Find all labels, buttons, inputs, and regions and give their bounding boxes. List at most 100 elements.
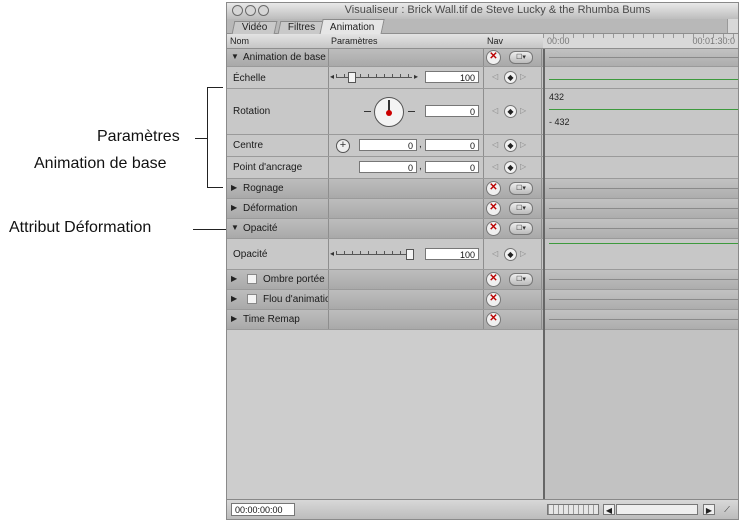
center-y-field[interactable]: 0 bbox=[425, 139, 479, 151]
tab-animation[interactable]: Animation bbox=[319, 19, 386, 35]
next-keyframe-icon[interactable]: ▷ bbox=[520, 162, 526, 171]
keyframe-timeline[interactable]: 432 - 432 bbox=[543, 49, 738, 330]
close-window-button[interactable] bbox=[232, 5, 243, 16]
disclosure-open-icon[interactable]: ▼ bbox=[231, 223, 239, 232]
header-nav: Nav bbox=[487, 36, 504, 46]
menu-icon[interactable]: ☐▾ bbox=[509, 182, 533, 195]
zoom-window-button[interactable] bbox=[258, 5, 269, 16]
row-label: Opacité bbox=[243, 223, 278, 234]
scroll-right-icon[interactable]: ▶ bbox=[703, 504, 715, 515]
menu-icon[interactable]: ☐▾ bbox=[509, 222, 533, 235]
menu-icon[interactable]: ☐▾ bbox=[509, 51, 533, 64]
keyframe-diamond-icon[interactable]: ◆ bbox=[504, 161, 517, 174]
row-opacity-group: ▼ Opacité ✕ ☐▾ bbox=[227, 219, 543, 239]
callout-params-line2: Animation de base bbox=[34, 155, 167, 172]
scale-slider[interactable]: ◂ ▸ bbox=[330, 71, 418, 83]
prev-keyframe-icon[interactable]: ◁ bbox=[492, 140, 498, 149]
rotation-min-label: - 432 bbox=[549, 117, 570, 127]
row-label: Time Remap bbox=[243, 314, 300, 325]
disclosure-closed-icon[interactable]: ▶ bbox=[231, 203, 237, 212]
center-x-field[interactable]: 0 bbox=[359, 139, 417, 151]
slider-thumb[interactable] bbox=[406, 249, 414, 260]
disclosure-closed-icon[interactable]: ▶ bbox=[231, 274, 237, 283]
row-opacity: Opacité ◂ 100 ◁ ◆ ▷ bbox=[227, 239, 543, 270]
reset-x-icon[interactable]: ✕ bbox=[486, 292, 501, 307]
disclosure-closed-icon[interactable]: ▶ bbox=[231, 183, 237, 192]
disclosure-closed-icon[interactable]: ▶ bbox=[231, 294, 237, 303]
row-label: Point d'ancrage bbox=[233, 162, 303, 173]
tab-scroll-knob[interactable] bbox=[727, 19, 738, 33]
reset-x-icon[interactable]: ✕ bbox=[486, 201, 501, 216]
reset-x-icon[interactable]: ✕ bbox=[486, 50, 501, 65]
tab-video[interactable]: Vidéo bbox=[231, 21, 278, 34]
callout-params-leader bbox=[195, 138, 207, 139]
header-name: Nom bbox=[230, 36, 250, 46]
header-params: Paramètres bbox=[331, 36, 378, 46]
row-label: Rognage bbox=[243, 183, 284, 194]
row-time-remap: ▶ Time Remap ✕ bbox=[227, 310, 543, 330]
row-label: Déformation bbox=[243, 203, 298, 214]
row-label: Rotation bbox=[233, 106, 271, 117]
prev-keyframe-icon[interactable]: ◁ bbox=[492, 162, 498, 171]
next-keyframe-icon[interactable]: ▷ bbox=[520, 106, 526, 115]
title-bar: Visualiseur : Brick Wall.tif de Steve Lu… bbox=[227, 3, 738, 19]
opacity-slider[interactable]: ◂ bbox=[330, 248, 418, 260]
reset-x-icon[interactable]: ✕ bbox=[486, 312, 501, 327]
rotation-value-field[interactable]: 0 bbox=[425, 105, 479, 117]
row-label: Centre bbox=[233, 140, 264, 151]
keyframe-diamond-icon[interactable]: ◆ bbox=[504, 248, 517, 261]
row-scale: Échelle ◂ ▸ 100 ◁ ◆ ▷ bbox=[227, 67, 543, 89]
next-keyframe-icon[interactable]: ▷ bbox=[520, 140, 526, 149]
slider-left-arrow-icon[interactable]: ◂ bbox=[330, 72, 334, 81]
disclosure-closed-icon[interactable]: ▶ bbox=[231, 314, 237, 323]
coord-separator: , bbox=[419, 139, 422, 150]
scale-curve bbox=[549, 79, 738, 80]
disclosure-open-icon[interactable]: ▼ bbox=[231, 52, 239, 61]
reset-x-icon[interactable]: ✕ bbox=[486, 272, 501, 287]
row-distort: ▶ Déformation ✕ ☐▾ bbox=[227, 199, 543, 219]
prev-keyframe-icon[interactable]: ◁ bbox=[492, 106, 498, 115]
next-keyframe-icon[interactable]: ▷ bbox=[520, 72, 526, 81]
tab-filters[interactable]: Filtres bbox=[277, 21, 326, 34]
tab-bar: Vidéo Filtres Animation bbox=[227, 19, 738, 35]
bottom-bar: 00:00:00:00 ◀ ▶ ⟋ bbox=[227, 499, 738, 519]
keyframe-diamond-icon[interactable]: ◆ bbox=[504, 139, 517, 152]
callout-params-line1: Paramètres bbox=[97, 128, 180, 145]
callout-attribute-leader bbox=[193, 229, 226, 230]
anchor-y-field[interactable]: 0 bbox=[425, 161, 479, 173]
viewer-window: Visualiseur : Brick Wall.tif de Steve Lu… bbox=[226, 2, 739, 520]
slider-right-arrow-icon[interactable]: ▸ bbox=[414, 72, 418, 81]
timeline-scrollbar[interactable] bbox=[616, 504, 698, 515]
keyframe-diamond-icon[interactable]: ◆ bbox=[504, 71, 517, 84]
prev-keyframe-icon[interactable]: ◁ bbox=[492, 72, 498, 81]
opacity-value-field[interactable]: 100 bbox=[425, 248, 479, 260]
add-point-plus-icon[interactable]: + bbox=[336, 139, 350, 153]
scroll-left-icon[interactable]: ◀ bbox=[603, 504, 615, 515]
row-drop-shadow: ▶ Ombre portée ✕ ☐▾ bbox=[227, 270, 543, 290]
next-keyframe-icon[interactable]: ▷ bbox=[520, 249, 526, 258]
opacity-curve bbox=[549, 243, 738, 244]
reset-x-icon[interactable]: ✕ bbox=[486, 181, 501, 196]
slider-left-arrow-icon[interactable]: ◂ bbox=[330, 249, 334, 258]
rotation-dial[interactable] bbox=[374, 97, 404, 127]
prev-keyframe-icon[interactable]: ◁ bbox=[492, 249, 498, 258]
anchor-x-field[interactable]: 0 bbox=[359, 161, 417, 173]
menu-icon[interactable]: ☐▾ bbox=[509, 202, 533, 215]
timecode-field[interactable]: 00:00:00:00 bbox=[231, 503, 295, 516]
minimize-window-button[interactable] bbox=[245, 5, 256, 16]
empty-timeline-area bbox=[543, 330, 738, 499]
slider-thumb[interactable] bbox=[348, 72, 356, 83]
resize-grip-icon[interactable]: ⟋ bbox=[720, 504, 734, 515]
reset-x-icon[interactable]: ✕ bbox=[486, 221, 501, 236]
enable-checkbox[interactable] bbox=[247, 294, 257, 304]
row-label: Ombre portée bbox=[263, 274, 325, 285]
scale-value-field[interactable]: 100 bbox=[425, 71, 479, 83]
menu-icon[interactable]: ☐▾ bbox=[509, 273, 533, 286]
timeline-ruler[interactable]: 00:00 00:01:30:0 bbox=[543, 34, 738, 49]
row-basic-motion: ▼ Animation de base ✕ ☐▾ bbox=[227, 49, 543, 67]
row-crop: ▶ Rognage ✕ ☐▾ bbox=[227, 179, 543, 199]
keyframe-diamond-icon[interactable]: ◆ bbox=[504, 105, 517, 118]
zoom-slider[interactable] bbox=[547, 504, 599, 515]
enable-checkbox[interactable] bbox=[247, 274, 257, 284]
empty-params-area bbox=[227, 330, 543, 499]
